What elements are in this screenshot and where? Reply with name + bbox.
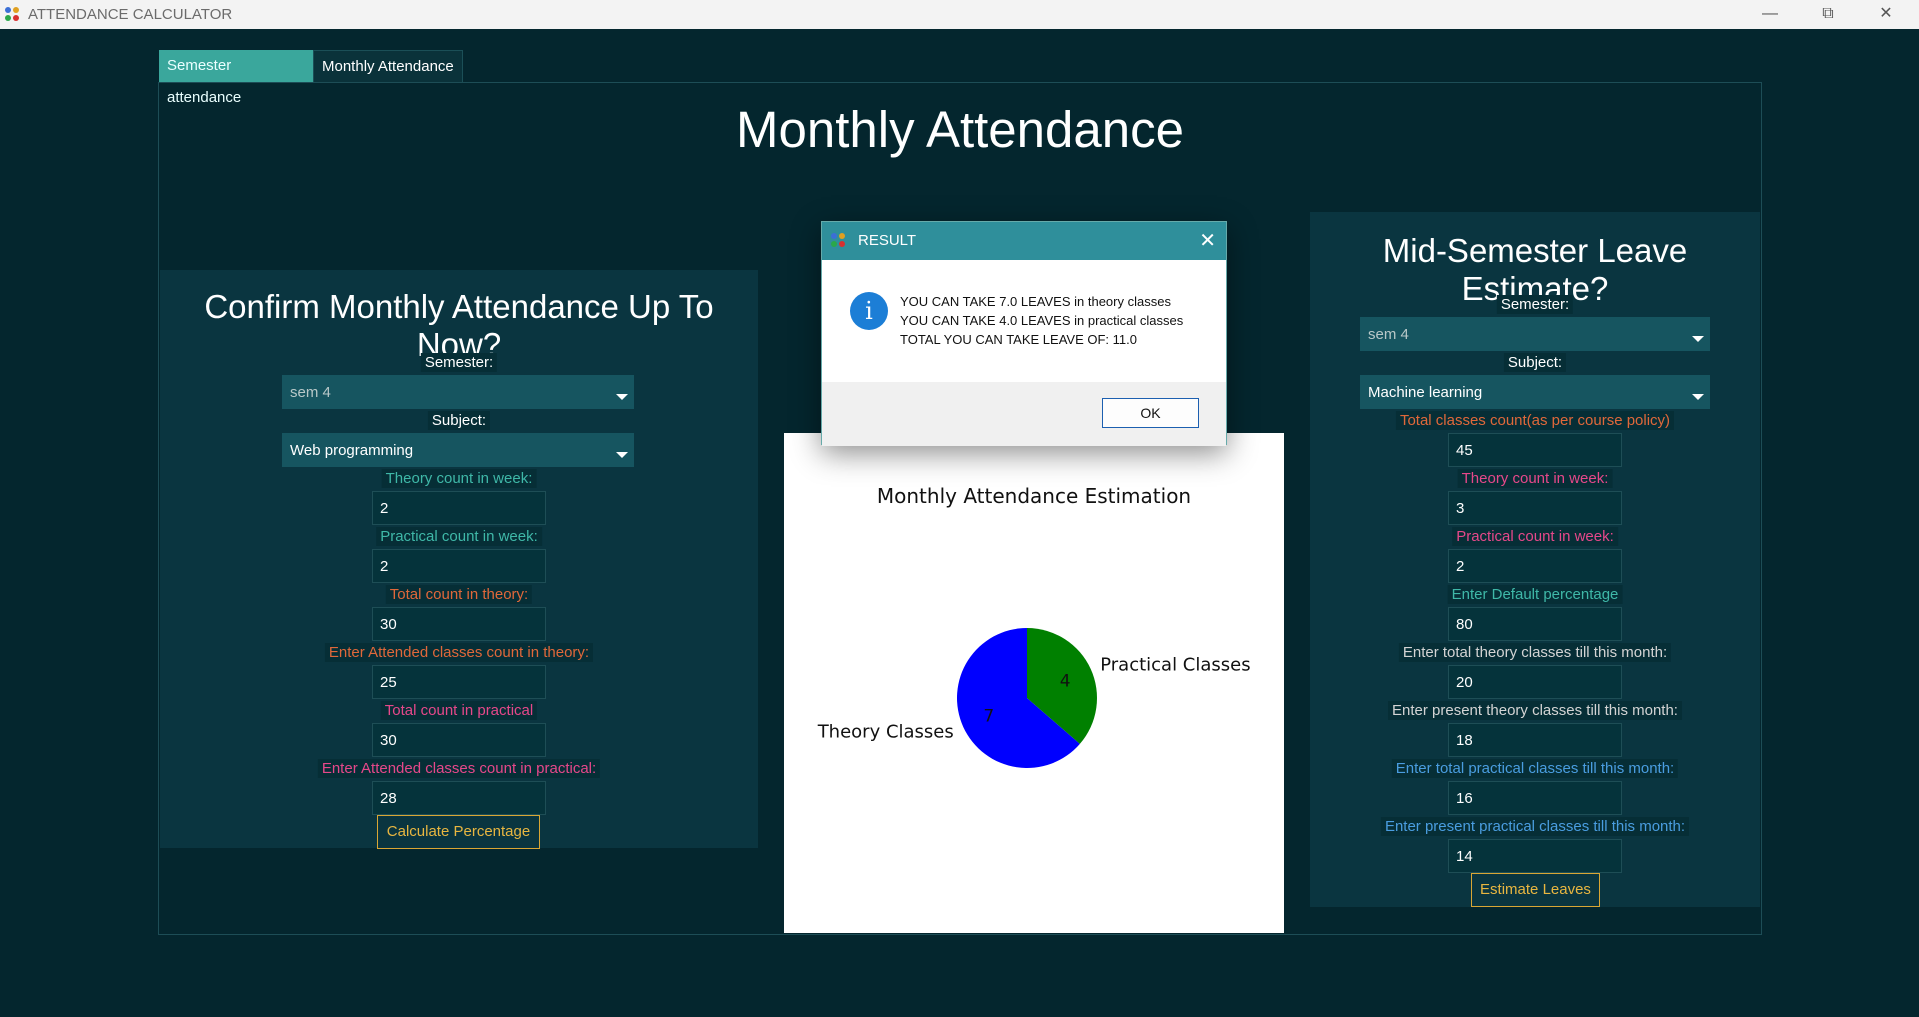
- minimize-icon[interactable]: —: [1750, 3, 1790, 25]
- restore-icon[interactable]: ⧉: [1808, 3, 1848, 25]
- attended-theory-input[interactable]: 25: [372, 665, 546, 699]
- dialog-message-line: YOU CAN TAKE 4.0 LEAVES in practical cla…: [900, 313, 1184, 328]
- title-bar: ATTENDANCE CALCULATOR — ⧉ ✕: [0, 0, 1919, 29]
- estimate-leaves-button[interactable]: Estimate Leaves: [1471, 873, 1600, 907]
- dialog-message-line: YOU CAN TAKE 7.0 LEAVES in theory classe…: [900, 294, 1171, 309]
- attended-theory-label: Enter Attended classes count in theory:: [324, 643, 594, 662]
- total-practical-input[interactable]: 30: [372, 723, 546, 757]
- total-classes-input[interactable]: 45: [1448, 433, 1622, 467]
- total-theory-input[interactable]: 30: [372, 607, 546, 641]
- theory-week-label: Theory count in week:: [381, 469, 537, 488]
- tab-monthly-attendance[interactable]: Monthly Attendance: [313, 50, 463, 82]
- default-percentage-label: Enter Default percentage: [1447, 585, 1623, 604]
- dialog-header: RESULT ✕: [822, 222, 1226, 260]
- theory-week-label: Theory count in week:: [1457, 469, 1613, 488]
- total-theory-label: Total count in theory:: [385, 585, 533, 604]
- subject-label: Subject:: [1503, 353, 1567, 372]
- total-practical-month-label: Enter total practical classes till this …: [1391, 759, 1679, 778]
- app-icon: [5, 7, 19, 21]
- present-theory-month-label: Enter present theory classes till this m…: [1388, 701, 1682, 720]
- chevron-down-icon: [616, 394, 628, 400]
- semester-label: Semester:: [1496, 295, 1574, 314]
- semester-label: Semester:: [420, 353, 498, 372]
- result-dialog: RESULT ✕ i YOU CAN TAKE 7.0 LEAVES in th…: [821, 221, 1227, 446]
- practical-week-input[interactable]: 2: [372, 549, 546, 583]
- ok-button[interactable]: OK: [1102, 398, 1199, 428]
- tab-semester-attendance[interactable]: Semester attendance: [159, 50, 313, 106]
- pie-category-label: Practical Classes: [1100, 655, 1250, 676]
- subject-value: Web programming: [290, 442, 414, 459]
- pie-category-label: Theory Classes: [817, 721, 954, 742]
- attended-practical-label: Enter Attended classes count in practica…: [317, 759, 601, 778]
- total-classes-label: Total classes count(as per course policy…: [1395, 411, 1675, 430]
- present-theory-month-input[interactable]: 18: [1448, 723, 1622, 757]
- close-icon[interactable]: ✕: [1199, 228, 1216, 253]
- pie-value-label: 4: [1060, 672, 1071, 692]
- subject-dropdown[interactable]: Web programming: [282, 433, 634, 467]
- theory-week-input[interactable]: 2: [372, 491, 546, 525]
- semester-value: sem 4: [290, 384, 331, 401]
- app-icon: [831, 233, 845, 247]
- practical-week-input[interactable]: 2: [1448, 549, 1622, 583]
- practical-week-label: Practical count in week:: [376, 527, 542, 546]
- total-practical-label: Total count in practical: [380, 701, 538, 720]
- chevron-down-icon: [1692, 336, 1704, 342]
- attended-practical-input[interactable]: 28: [372, 781, 546, 815]
- pie-chart-canvas: Monthly Attendance Estimation 7 Theory Cl…: [784, 433, 1284, 933]
- default-percentage-input[interactable]: 80: [1448, 607, 1622, 641]
- subject-dropdown[interactable]: Machine learning: [1360, 375, 1710, 409]
- semester-value: sem 4: [1368, 326, 1409, 343]
- pie-value-label: 7: [983, 706, 994, 726]
- chevron-down-icon: [616, 452, 628, 458]
- subject-label: Subject:: [427, 411, 491, 430]
- dialog-title: RESULT: [858, 232, 917, 249]
- semester-dropdown[interactable]: sem 4: [282, 375, 634, 409]
- calculate-percentage-button[interactable]: Calculate Percentage: [377, 815, 540, 849]
- total-theory-month-input[interactable]: 20: [1448, 665, 1622, 699]
- total-practical-month-input[interactable]: 16: [1448, 781, 1622, 815]
- present-practical-month-input[interactable]: 14: [1448, 839, 1622, 873]
- present-practical-month-label: Enter present practical classes till thi…: [1380, 817, 1690, 836]
- practical-week-label: Practical count in week:: [1452, 527, 1618, 546]
- info-icon: i: [850, 292, 888, 330]
- window-title: ATTENDANCE CALCULATOR: [28, 6, 233, 23]
- semester-dropdown[interactable]: sem 4: [1360, 317, 1710, 351]
- total-theory-month-label: Enter total theory classes till this mon…: [1398, 643, 1672, 662]
- chevron-down-icon: [1692, 394, 1704, 400]
- page-title: Monthly Attendance: [736, 101, 1184, 158]
- close-window-icon[interactable]: ✕: [1866, 3, 1906, 25]
- theory-week-input[interactable]: 3: [1448, 491, 1622, 525]
- dialog-message-line: TOTAL YOU CAN TAKE LEAVE OF: 11.0: [900, 332, 1137, 347]
- subject-value: Machine learning: [1368, 384, 1483, 401]
- pie-chart: 7 Theory Classes 4 Practical Classes: [817, 628, 1251, 768]
